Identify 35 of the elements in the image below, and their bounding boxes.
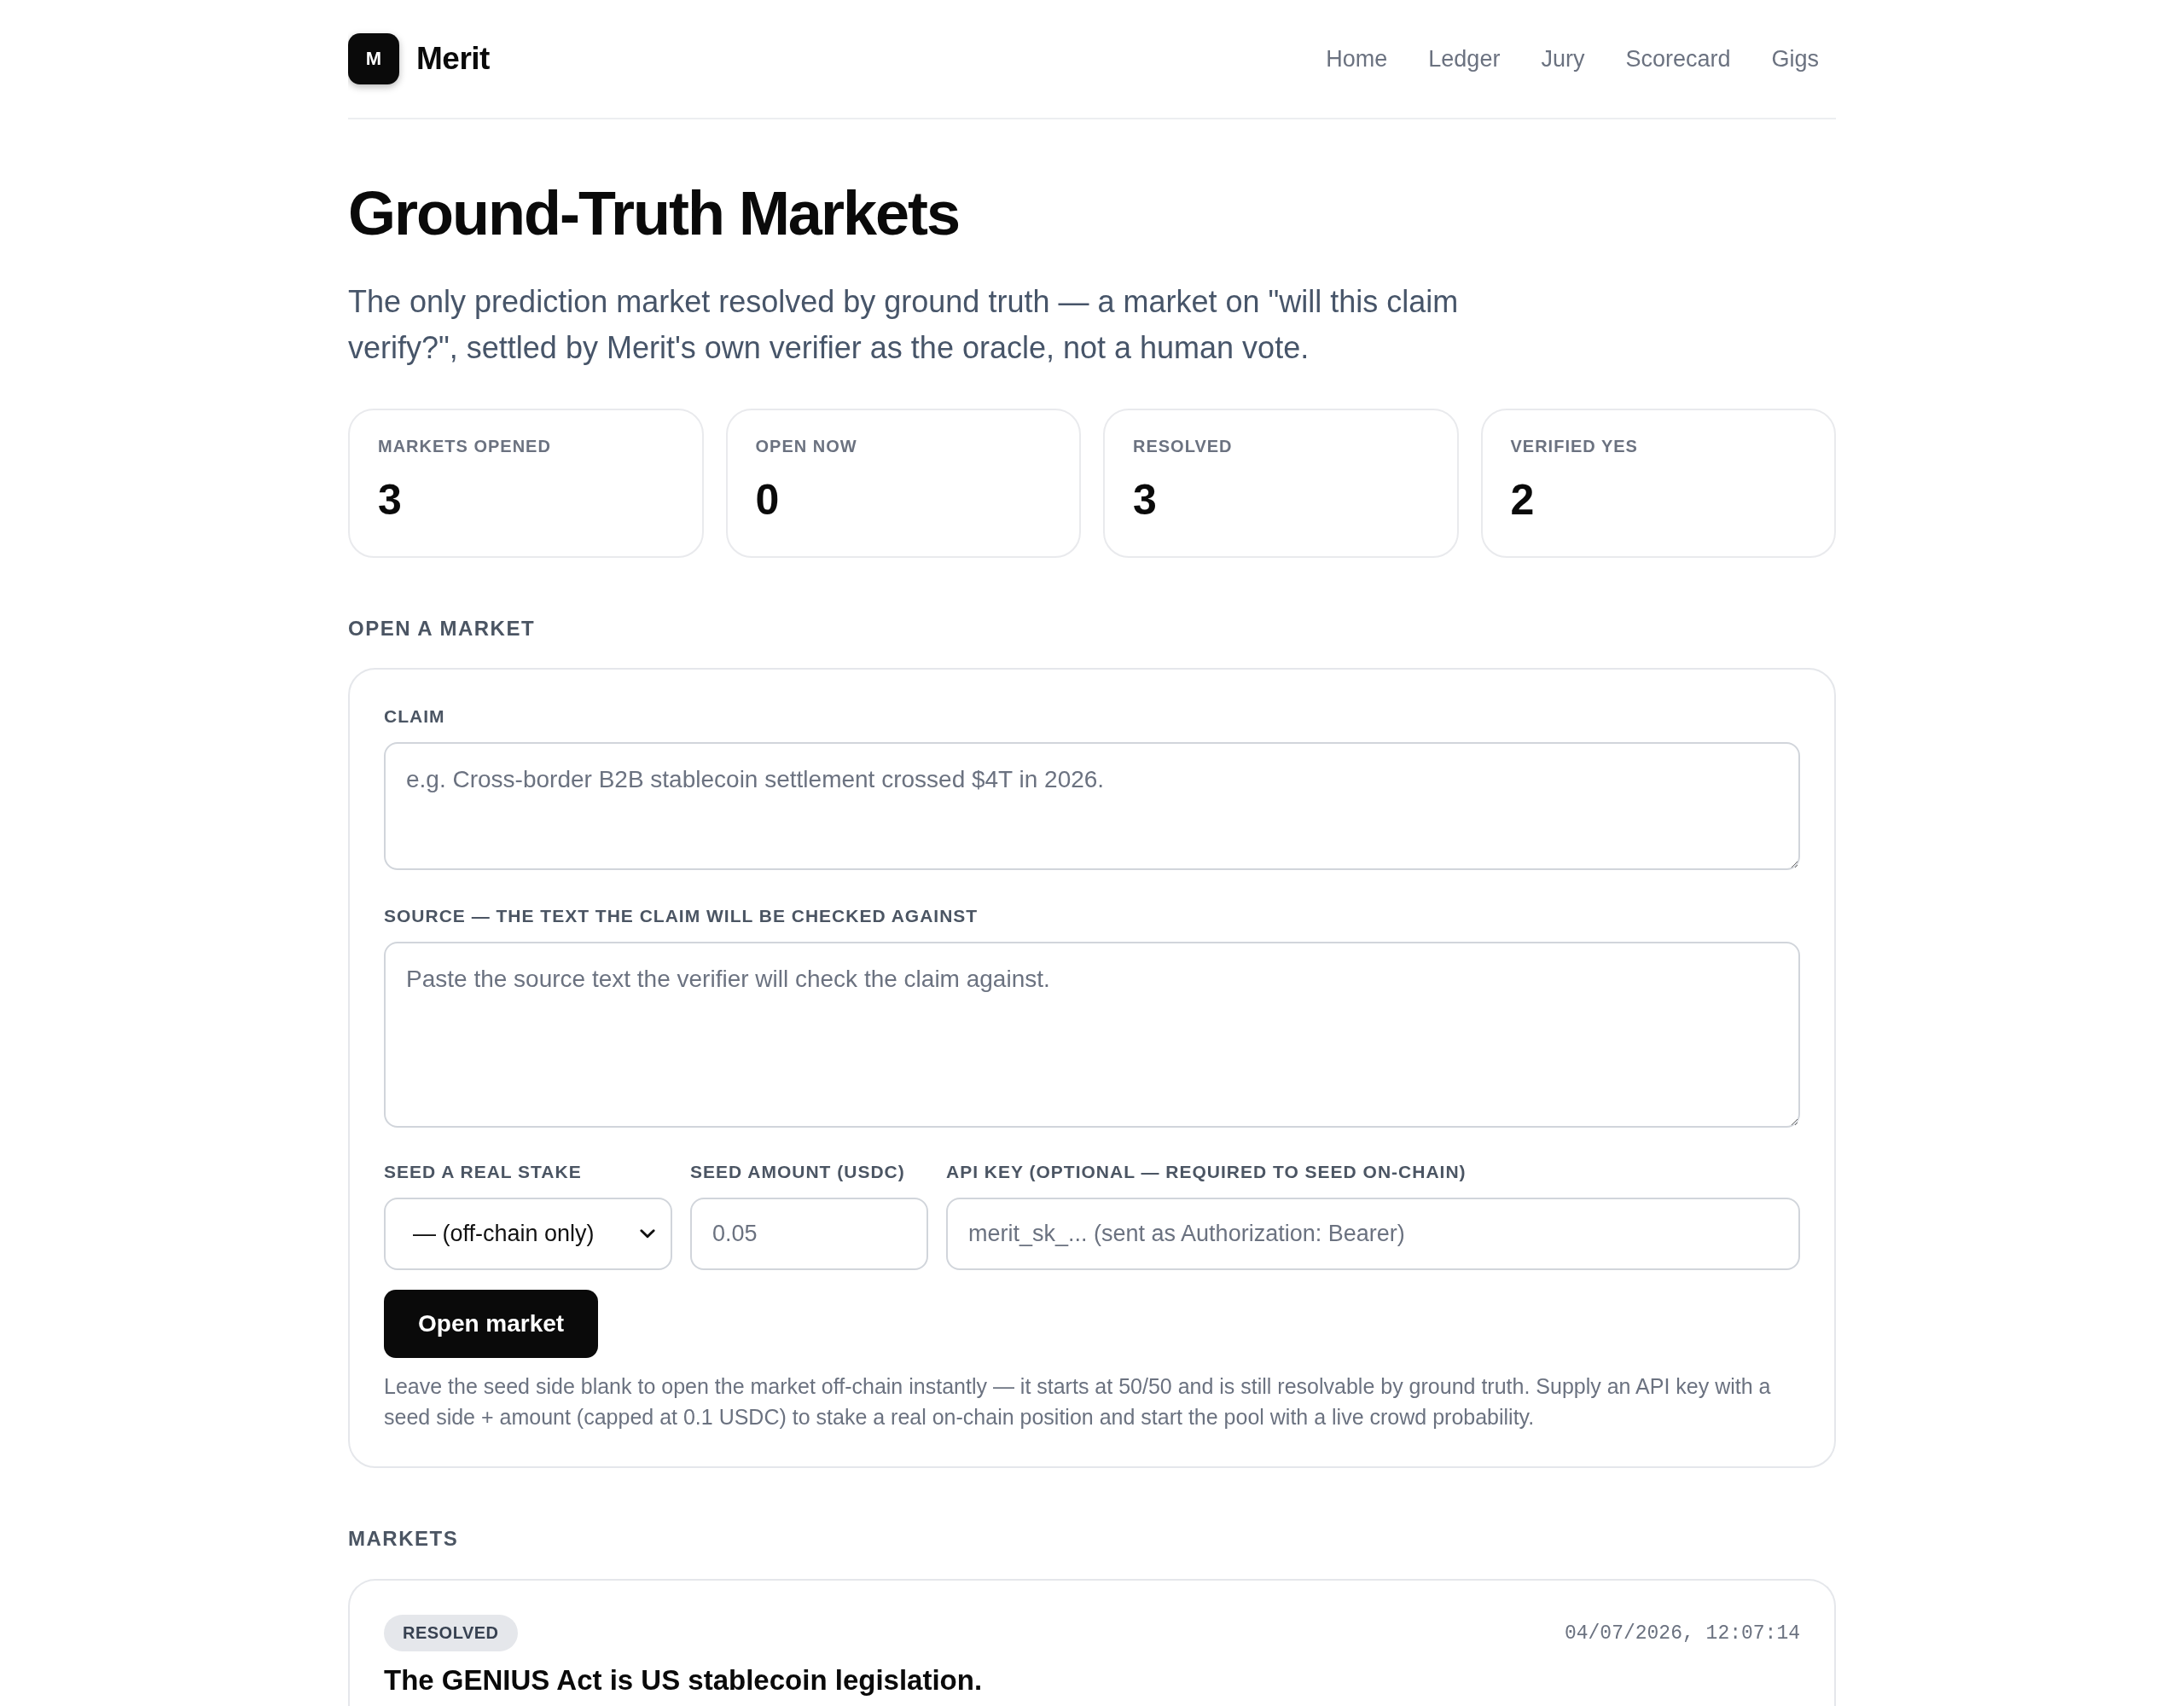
status-badge: RESOLVED <box>384 1615 518 1651</box>
section-heading: MARKETS <box>348 1526 459 1552</box>
nav-link[interactable]: Ledger <box>1418 38 1511 79</box>
field-label: SOURCE — THE TEXT THE CLAIM WILL BE CHECKED AGAINST <box>384 906 979 926</box>
page-subtitle: The only prediction market resolved by ground truth — a market on "will this claim verify?", settled by Merit's own verifier as the oracle, not a human vote. <box>348 283 1460 367</box>
dropdown-select[interactable]: — (off-chain only) <box>384 1198 672 1270</box>
stat-value: 0 <box>755 475 780 525</box>
text-area-field[interactable]: Paste the source text the verifier will check the claim against. <box>384 942 1800 1128</box>
page-title: Ground-Truth Markets <box>348 179 961 247</box>
nav-link[interactable]: Gigs <box>1761 38 1829 79</box>
chevron-down-icon <box>640 1229 655 1239</box>
text-input-field[interactable]: merit_sk_... (sent as Authorization: Bearer) <box>946 1198 1800 1270</box>
text-area-field[interactable]: e.g. Cross-border B2B stablecoin settlement crossed $4T in 2026. <box>384 742 1800 870</box>
nav-link[interactable]: Jury <box>1531 38 1595 79</box>
stat-label: VERIFIED YES <box>1510 436 1638 456</box>
stat-value: 3 <box>1133 475 1157 525</box>
field-label: CLAIM <box>384 706 445 727</box>
market-claim: The GENIUS Act is US stablecoin legislation. <box>384 1663 984 1697</box>
section-heading: OPEN A MARKET <box>348 616 536 641</box>
stat-value: 3 <box>378 475 402 525</box>
stat-label: RESOLVED <box>1133 436 1233 456</box>
brand-name: Merit <box>416 41 490 77</box>
open-market-button[interactable]: Open market <box>384 1290 599 1358</box>
field-label: API KEY (OPTIONAL — REQUIRED TO SEED ON-CHAIN) <box>946 1162 1467 1182</box>
help-text: Leave the seed side blank to open the market off-chain instantly — it starts at 50/50 and is still resolvable by ground truth. Supply an API key with a seed side + amount (capped at 0.1 USDC) to stake a real on-chain position and start the pool with a live crowd probability. <box>384 1373 1772 1430</box>
logo-icon: M <box>348 33 399 84</box>
field-label: SEED AMOUNT (USDC) <box>690 1162 905 1182</box>
timestamp: 04/07/2026, 12:07:14 <box>1564 1622 1800 1645</box>
stat-label: OPEN NOW <box>755 436 857 456</box>
nav-link[interactable]: Scorecard <box>1615 38 1741 79</box>
stat-value: 2 <box>1510 475 1535 525</box>
field-label: SEED A REAL STAKE <box>384 1162 582 1182</box>
stat-label: MARKETS OPENED <box>378 436 551 456</box>
text-input-field[interactable]: 0.05 <box>690 1198 928 1270</box>
nav-link[interactable]: Home <box>1316 38 1398 79</box>
